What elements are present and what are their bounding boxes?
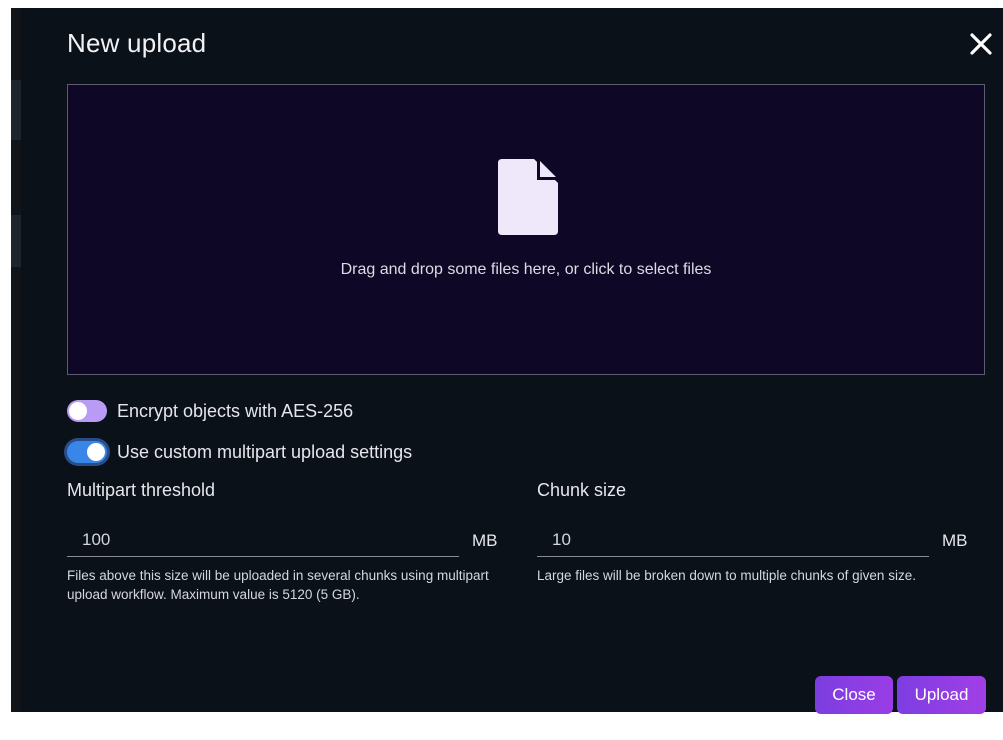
chunk-size-help: Large files will be broken down to multi…: [537, 568, 916, 583]
threshold-help: Files above this size will be uploaded i…: [67, 568, 489, 602]
background-item: [11, 80, 21, 140]
chunk-size-field: MB: [537, 524, 977, 558]
file-icon: [498, 159, 558, 235]
threshold-field: MB: [67, 524, 507, 558]
threshold-unit: MB: [472, 531, 498, 550]
chunk-size-unit: MB: [942, 531, 968, 550]
encrypt-toggle[interactable]: [67, 400, 107, 422]
toggle-knob: [69, 402, 87, 420]
toggle-knob: [87, 443, 105, 461]
chunk-size-input[interactable]: [537, 524, 929, 557]
upload-dialog: New upload Drag and drop some files here…: [21, 8, 1003, 712]
chunk-size-label: Chunk size: [537, 480, 627, 500]
multipart-toggle-label: Use custom multipart upload settings: [117, 441, 413, 462]
background-item: [11, 215, 21, 267]
encrypt-toggle-row[interactable]: Encrypt objects with AES-256: [67, 398, 353, 424]
encrypt-toggle-label: Encrypt objects with AES-256: [117, 400, 354, 421]
dropzone-instructions: Drag and drop some files here, or click …: [340, 261, 712, 278]
multipart-toggle-row[interactable]: Use custom multipart upload settings: [67, 439, 412, 465]
upload-button[interactable]: Upload: [897, 676, 986, 714]
threshold-label: Multipart threshold: [67, 480, 216, 500]
multipart-toggle[interactable]: [67, 441, 107, 463]
threshold-input[interactable]: [67, 524, 459, 557]
file-dropzone[interactable]: Drag and drop some files here, or click …: [67, 84, 985, 375]
close-button[interactable]: Close: [815, 676, 893, 714]
close-icon[interactable]: [967, 30, 995, 58]
dialog-title: New upload: [67, 28, 207, 58]
